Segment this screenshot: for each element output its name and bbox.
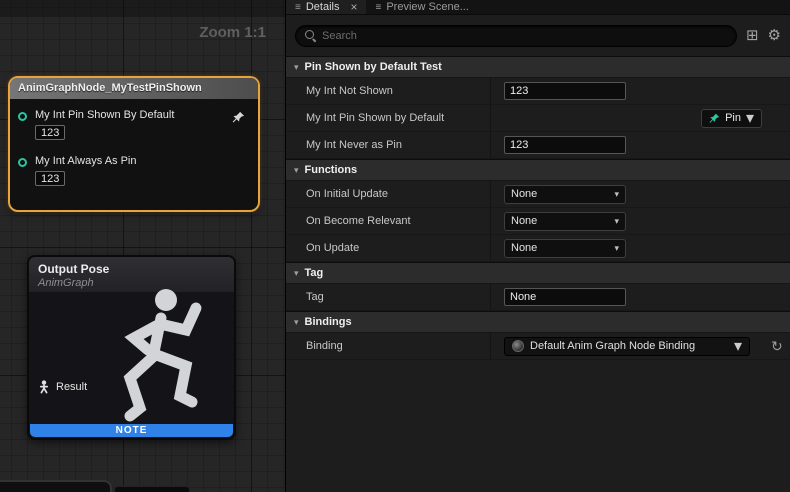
- binding-dropdown[interactable]: Default Anim Graph Node Binding ▾: [504, 337, 750, 356]
- row-my-int-pin-shown-by-default: My Int Pin Shown by Default Pin ▾: [286, 105, 790, 132]
- pushpin-icon[interactable]: [232, 111, 245, 129]
- my-int-never-as-pin-input[interactable]: [504, 136, 626, 154]
- result-pin-label: Result: [56, 381, 87, 393]
- zoom-level-label: Zoom 1:1: [199, 24, 266, 41]
- pin-row-shown-by-default: My Int Pin Shown By Default 123: [10, 109, 258, 140]
- row-my-int-not-shown: My Int Not Shown: [286, 78, 790, 105]
- my-int-not-shown-input[interactable]: [504, 82, 626, 100]
- chevron-down-icon[interactable]: ▾: [294, 165, 299, 176]
- output-pose-title: Output Pose: [38, 262, 225, 276]
- pin-mode-label: Pin: [725, 112, 741, 124]
- chevron-down-icon[interactable]: ▾: [294, 317, 299, 328]
- details-panel: ≡ Details × ≡ Preview Scene... ⊞ ⚙ ▾ Pin…: [285, 0, 790, 492]
- section-title: Bindings: [305, 316, 352, 328]
- anim-graph-node-mytestpinshown[interactable]: AnimGraphNode_MyTestPinShown My Int Pin …: [8, 76, 260, 212]
- pin-mode-dropdown[interactable]: Pin ▾: [701, 109, 762, 128]
- details-tab-icon: ≡: [295, 2, 301, 13]
- preview-scene-tab-icon: ≡: [375, 2, 381, 13]
- dropdown-value: None: [511, 215, 610, 227]
- dropdown-value: None: [511, 188, 610, 200]
- section-header-pin-shown-by-default-test[interactable]: ▾ Pin Shown by Default Test: [286, 56, 790, 78]
- details-sections: ▾ Pin Shown by Default Test My Int Not S…: [286, 56, 790, 492]
- on-update-dropdown[interactable]: None ▾: [504, 239, 626, 258]
- binding-value: Default Anim Graph Node Binding: [530, 340, 728, 352]
- section-header-tag[interactable]: ▾ Tag: [286, 262, 790, 284]
- pin-icon: [709, 113, 720, 124]
- tab-preview-scene-label: Preview Scene...: [386, 1, 469, 13]
- chevron-down-icon: ▾: [614, 189, 619, 200]
- property-label: My Int Pin Shown by Default: [286, 105, 491, 131]
- property-label: My Int Not Shown: [286, 78, 491, 104]
- tag-input[interactable]: [504, 288, 626, 306]
- section-title: Functions: [305, 164, 358, 176]
- details-toolbar: ⊞ ⚙: [286, 15, 790, 56]
- details-empty-area: [286, 360, 790, 492]
- on-become-relevant-dropdown[interactable]: None ▾: [504, 212, 626, 231]
- pin-value-input[interactable]: 123: [35, 125, 65, 140]
- section-header-bindings[interactable]: ▾ Bindings: [286, 311, 790, 333]
- int-pin-icon[interactable]: [18, 158, 27, 167]
- note-bar: NOTE: [30, 424, 233, 437]
- row-on-become-relevant: On Become Relevant None ▾: [286, 208, 790, 235]
- chevron-down-icon: ▾: [746, 108, 754, 128]
- row-on-update: On Update None ▾: [286, 235, 790, 262]
- result-pin[interactable]: Result: [38, 380, 87, 394]
- tab-details-label: Details: [306, 1, 340, 13]
- chevron-down-icon: ▾: [734, 336, 742, 356]
- tab-preview-scene[interactable]: ≡ Preview Scene...: [366, 0, 477, 14]
- pin-label: My Int Always As Pin: [35, 155, 136, 167]
- section-title: Tag: [305, 267, 324, 279]
- search-box[interactable]: [295, 25, 737, 47]
- display-options-icon[interactable]: ⊞: [746, 28, 759, 43]
- property-label: Binding: [286, 333, 491, 359]
- property-label: On Initial Update: [286, 181, 491, 207]
- section-title: Pin Shown by Default Test: [305, 61, 442, 73]
- reset-to-default-icon[interactable]: ↺: [771, 338, 783, 355]
- details-tab-bar: ≡ Details × ≡ Preview Scene...: [286, 0, 790, 15]
- binding-icon: [512, 340, 524, 352]
- chevron-down-icon: ▾: [614, 216, 619, 227]
- row-my-int-never-as-pin: My Int Never as Pin: [286, 132, 790, 159]
- settings-gear-icon[interactable]: ⚙: [768, 28, 781, 43]
- property-label: On Become Relevant: [286, 208, 491, 234]
- row-binding: Binding Default Anim Graph Node Binding …: [286, 333, 790, 360]
- row-on-initial-update: On Initial Update None ▾: [286, 181, 790, 208]
- section-header-functions[interactable]: ▾ Functions: [286, 159, 790, 181]
- unreal-editor-window: Zoom 1:1 AnimGraphNode_MyTestPinShown My…: [0, 0, 790, 492]
- partial-node[interactable]: [0, 480, 112, 492]
- mannequin-image: [104, 278, 232, 436]
- property-label: My Int Never as Pin: [286, 132, 491, 158]
- close-tab-icon[interactable]: ×: [350, 0, 357, 14]
- property-label: On Update: [286, 235, 491, 261]
- pin-row-always-as-pin: My Int Always As Pin 123: [10, 155, 258, 186]
- int-pin-icon[interactable]: [18, 112, 27, 121]
- chevron-down-icon[interactable]: ▾: [294, 62, 299, 73]
- pose-person-icon: [38, 380, 50, 394]
- tab-details[interactable]: ≡ Details ×: [286, 0, 366, 14]
- output-pose-node[interactable]: Output Pose AnimGraph: [27, 255, 236, 440]
- search-icon: [305, 30, 316, 41]
- anim-graph-canvas[interactable]: Zoom 1:1 AnimGraphNode_MyTestPinShown My…: [0, 0, 285, 492]
- chevron-down-icon[interactable]: ▾: [294, 268, 299, 279]
- pin-label: My Int Pin Shown By Default: [35, 109, 174, 121]
- on-initial-update-dropdown[interactable]: None ▾: [504, 185, 626, 204]
- row-tag: Tag: [286, 284, 790, 311]
- dropdown-value: None: [511, 242, 610, 254]
- node-title[interactable]: AnimGraphNode_MyTestPinShown: [10, 78, 258, 99]
- partial-node[interactable]: [114, 486, 190, 492]
- property-label: Tag: [286, 284, 491, 310]
- pin-value-input[interactable]: 123: [35, 171, 65, 186]
- search-input[interactable]: [322, 30, 727, 42]
- graph-top-shade: [0, 0, 285, 17]
- chevron-down-icon: ▾: [614, 243, 619, 254]
